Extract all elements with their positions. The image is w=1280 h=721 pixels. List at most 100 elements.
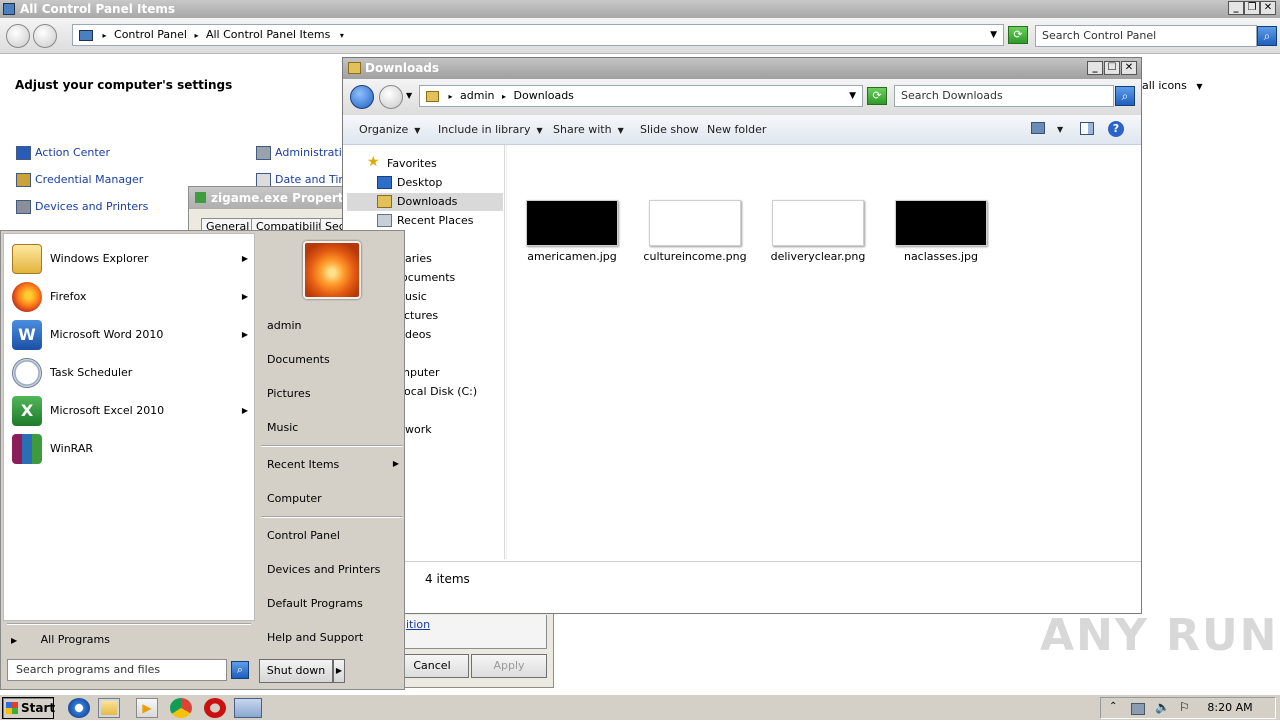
chevron-down-icon[interactable]: ▾	[340, 31, 344, 40]
show-hidden-icons-icon[interactable]: ⌃	[1109, 701, 1123, 713]
network-icon[interactable]	[1131, 703, 1145, 715]
chevron-right-icon: ▶	[392, 459, 399, 468]
search-icon[interactable]: ⌕	[1257, 26, 1277, 46]
close-button[interactable]: ✕	[1260, 1, 1276, 15]
avatar[interactable]	[303, 241, 361, 299]
program-winrar[interactable]: WinRAR	[12, 432, 248, 466]
breadcrumb-admin[interactable]: admin	[460, 89, 494, 102]
media-player-icon[interactable]: ▶	[136, 698, 158, 718]
include-in-library-button[interactable]: Include in library ▼	[438, 123, 543, 136]
start-button[interactable]: Start	[2, 697, 55, 719]
control-panel-titlebar[interactable]: All Control Panel Items _ ❐ ✕	[0, 0, 1280, 18]
cancel-button[interactable]: Cancel	[395, 654, 469, 678]
refresh-button[interactable]: ⟳	[867, 87, 887, 105]
program-task-scheduler[interactable]: Task Scheduler	[12, 356, 248, 390]
back-button[interactable]	[350, 85, 374, 109]
nav-pictures[interactable]: ctures	[404, 307, 438, 325]
minimize-button[interactable]: _	[1087, 61, 1103, 75]
help-icon[interactable]: ?	[1108, 121, 1124, 137]
shutdown-button[interactable]: Shut down	[259, 659, 333, 683]
downloads-folder-icon	[377, 195, 392, 208]
chrome-icon[interactable]	[170, 698, 192, 718]
nav-network[interactable]: work	[405, 421, 432, 439]
internet-explorer-icon[interactable]	[68, 698, 90, 718]
share-with-button[interactable]: Share with ▼	[553, 123, 624, 136]
dropdown-arrow-icon[interactable]: ▼	[990, 25, 997, 45]
address-field[interactable]: ▸ Control Panel ▸ All Control Panel Item…	[72, 24, 1004, 46]
program-word-2010[interactable]: W Microsoft Word 2010 ▶	[12, 318, 248, 352]
menu-item-default-programs[interactable]: Default Programs	[267, 597, 363, 610]
breadcrumb-downloads[interactable]: Downloads	[514, 89, 574, 102]
menu-item-recent-items[interactable]: Recent Items ▶	[267, 458, 399, 471]
search-icon[interactable]: ⌕	[1115, 86, 1135, 106]
organize-button[interactable]: Organize ▼	[359, 123, 420, 136]
menu-item-documents[interactable]: Documents	[267, 353, 330, 366]
program-excel-2010[interactable]: X Microsoft Excel 2010 ▶	[12, 394, 248, 428]
nav-local-disk[interactable]: ocal Disk (C:)	[404, 383, 477, 401]
nav-music[interactable]: usic	[405, 288, 427, 306]
cp-item-label: Credential Manager	[35, 173, 144, 186]
search-input[interactable]: Search Control Panel	[1035, 25, 1257, 47]
nav-favorites[interactable]: ★ Favorites	[367, 155, 437, 173]
minimize-button[interactable]: _	[1228, 1, 1244, 15]
shutdown-options-button[interactable]: ▶	[333, 659, 345, 683]
chevron-down-icon[interactable]: ▼	[1057, 125, 1063, 134]
nav-libraries[interactable]: aries	[405, 250, 432, 268]
program-firefox[interactable]: Firefox ▶	[12, 280, 248, 314]
breadcrumb-all-items[interactable]: All Control Panel Items	[206, 28, 330, 41]
new-folder-button[interactable]: New folder	[707, 123, 766, 136]
clock[interactable]: 8:20 AM	[1200, 695, 1260, 721]
menu-item-admin[interactable]: admin	[267, 319, 301, 332]
view-by-dropdown[interactable]: all icons ▼	[1142, 79, 1203, 92]
breadcrumb-control-panel[interactable]: Control Panel	[114, 28, 187, 41]
refresh-button[interactable]: ⟳	[1008, 26, 1028, 44]
menu-item-computer[interactable]: Computer	[267, 492, 322, 505]
cp-item-label: Devices and Printers	[35, 200, 149, 213]
program-windows-explorer[interactable]: Windows Explorer ▶	[12, 242, 248, 276]
search-input[interactable]: Search Downloads	[894, 85, 1114, 107]
menu-item-devices-printers[interactable]: Devices and Printers	[267, 563, 380, 576]
menu-item-help-support[interactable]: Help and Support	[267, 631, 363, 644]
action-center-flag-icon[interactable]: ⚐	[1179, 700, 1193, 714]
file-item[interactable]: deliveryclear.png	[763, 200, 873, 263]
volume-icon[interactable]: 🔈	[1155, 700, 1170, 714]
file-item[interactable]: cultureincome.png	[640, 200, 750, 263]
nav-documents[interactable]: ocuments	[401, 269, 455, 287]
maximize-button[interactable]: ❐	[1244, 1, 1260, 15]
menu-item-pictures[interactable]: Pictures	[267, 387, 311, 400]
menu-item-control-panel[interactable]: Control Panel	[267, 529, 340, 542]
cp-item-administrative[interactable]: Administrative	[256, 144, 355, 162]
address-field[interactable]: ▸ admin ▸ Downloads ▼	[419, 85, 863, 107]
search-icon[interactable]: ⌕	[231, 661, 249, 679]
downloads-titlebar[interactable]: Downloads _ ☐ ✕	[343, 58, 1141, 79]
cp-item-credential-manager[interactable]: Credential Manager	[16, 171, 143, 189]
nav-videos[interactable]: deos	[405, 326, 431, 344]
control-panel-taskbar-icon[interactable]	[234, 698, 262, 718]
maximize-button[interactable]: ☐	[1104, 61, 1120, 75]
file-item[interactable]: naclasses.jpg	[886, 200, 996, 263]
chevron-right-icon: ▸	[501, 92, 506, 101]
forward-button[interactable]	[33, 24, 57, 48]
cp-item-devices-printers[interactable]: Devices and Printers	[16, 198, 148, 216]
back-button[interactable]	[6, 24, 30, 48]
opera-icon[interactable]	[204, 698, 226, 718]
menu-item-music[interactable]: Music	[267, 421, 298, 434]
close-button[interactable]: ✕	[1121, 61, 1137, 75]
slide-show-button[interactable]: Slide show	[640, 123, 699, 136]
forward-button[interactable]	[379, 85, 403, 109]
nav-desktop[interactable]: Desktop	[377, 174, 442, 192]
nav-recent-places[interactable]: Recent Places	[377, 212, 474, 230]
apply-button[interactable]: Apply	[471, 654, 547, 678]
windows-explorer-icon[interactable]	[98, 698, 120, 718]
recent-pages-icon[interactable]: ▼	[406, 91, 412, 100]
info-link[interactable]: ition	[406, 618, 430, 631]
view-options-icon[interactable]	[1031, 122, 1045, 134]
all-programs-button[interactable]: ▶ All Programs	[11, 633, 110, 646]
nav-downloads[interactable]: Downloads	[347, 193, 503, 211]
cp-item-action-center[interactable]: Action Center	[16, 144, 110, 162]
nav-computer[interactable]: nputer	[403, 364, 440, 382]
dropdown-arrow-icon[interactable]: ▼	[849, 86, 856, 106]
preview-pane-icon[interactable]	[1080, 122, 1094, 135]
start-search-input[interactable]: Search programs and files	[7, 659, 227, 681]
file-item[interactable]: americamen.jpg	[517, 200, 627, 263]
